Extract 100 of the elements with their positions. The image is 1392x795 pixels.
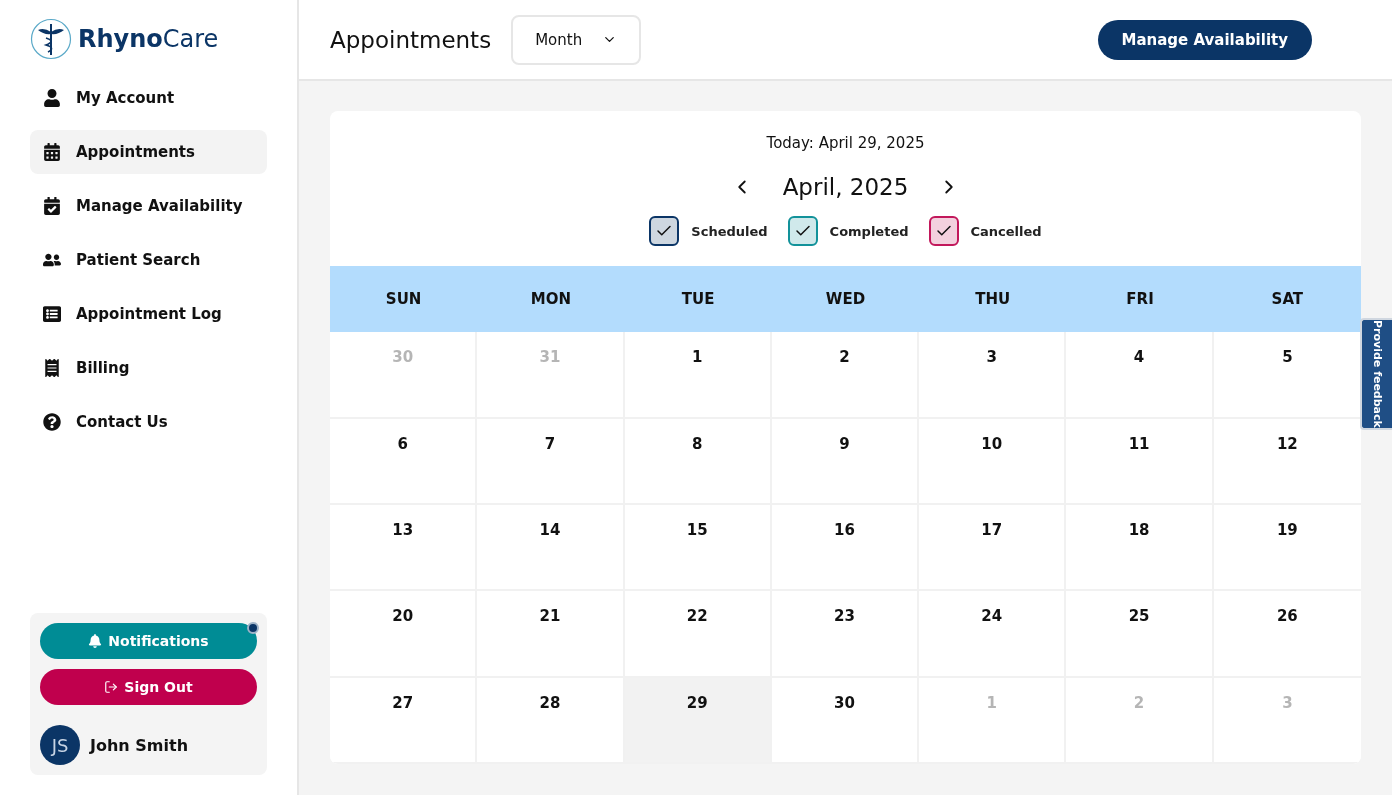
day-cell[interactable]: 13 — [330, 505, 478, 592]
person-icon — [42, 89, 62, 107]
view-select[interactable]: Month — [511, 14, 642, 65]
day-cell[interactable]: 10 — [919, 418, 1067, 505]
day-cell[interactable]: 3 — [919, 332, 1067, 419]
feedback-tab[interactable]: Provide feedback — [1360, 318, 1392, 430]
avatar: JS — [40, 725, 80, 765]
day-cell[interactable]: 27 — [330, 677, 478, 764]
day-number: 30 — [834, 693, 855, 714]
nav-item[interactable]: Patient Search — [30, 238, 267, 282]
day-cell[interactable]: 1 — [624, 332, 772, 419]
day-number: 29 — [686, 693, 708, 714]
month-title: April, 2025 — [782, 174, 909, 200]
day-cell[interactable]: 29 — [624, 677, 772, 764]
day-cell[interactable]: 6 — [330, 418, 478, 505]
weekday-header: SUN — [330, 266, 478, 333]
day-cell[interactable]: 22 — [624, 591, 772, 678]
sign-out-icon — [104, 680, 119, 694]
day-cell[interactable]: 17 — [919, 505, 1067, 592]
page-title: Appointments — [330, 26, 492, 53]
day-number: 2 — [1133, 693, 1145, 714]
caduceus-logo-icon — [30, 18, 72, 60]
day-cell[interactable]: 25 — [1066, 591, 1214, 678]
day-number: 1 — [692, 348, 703, 369]
weekday-header: WED — [771, 266, 920, 333]
legend-label: Completed — [829, 223, 909, 239]
legend-label: Scheduled — [691, 223, 768, 239]
day-cell[interactable]: 8 — [624, 418, 772, 505]
nav-item[interactable]: Appointment Log — [30, 292, 267, 336]
legend-checkbox[interactable] — [649, 216, 680, 246]
weekday-header: MON — [477, 266, 625, 333]
today-label: Today: April 29, 2025 — [765, 134, 926, 152]
question-icon — [42, 413, 62, 431]
legend-checkbox[interactable] — [928, 216, 959, 246]
day-cell[interactable]: 20 — [330, 591, 478, 678]
day-cell[interactable]: 18 — [1066, 505, 1214, 592]
day-cell[interactable]: 30 — [771, 677, 920, 764]
list-icon — [42, 305, 62, 323]
day-number: 20 — [392, 607, 414, 628]
day-number: 9 — [839, 434, 850, 455]
calendar-check-icon — [42, 197, 62, 215]
legend-checkbox[interactable] — [787, 216, 818, 246]
person-list-icon — [42, 251, 62, 269]
day-number: 8 — [692, 434, 703, 455]
weekday-header: SAT — [1213, 266, 1361, 333]
nav-item[interactable]: Billing — [30, 346, 267, 390]
bell-icon — [88, 634, 103, 648]
day-cell[interactable]: 28 — [477, 677, 625, 764]
day-number: 23 — [834, 607, 855, 628]
manage-availability-button[interactable]: Manage Availability — [1097, 19, 1312, 60]
weekday-header: FRI — [1066, 266, 1214, 333]
day-cell[interactable]: 14 — [477, 505, 625, 592]
day-number: 5 — [1282, 348, 1293, 369]
day-number: 30 — [392, 348, 414, 369]
day-number: 3 — [1282, 693, 1293, 714]
day-number: 10 — [981, 434, 1003, 455]
nav-item[interactable]: Manage Availability — [30, 184, 267, 228]
user-name: John Smith — [90, 735, 188, 755]
day-cell[interactable]: 4 — [1066, 332, 1214, 419]
nav-item[interactable]: Contact Us — [30, 400, 267, 444]
weekday-header: THU — [919, 266, 1067, 333]
day-cell[interactable]: 24 — [919, 591, 1067, 678]
day-number: 22 — [686, 607, 708, 628]
notifications-button[interactable]: Notifications — [40, 623, 257, 659]
day-number: 27 — [392, 693, 414, 714]
day-cell[interactable]: 7 — [477, 418, 625, 505]
day-number: 19 — [1276, 521, 1298, 541]
day-number: 15 — [686, 521, 708, 541]
day-cell[interactable]: 15 — [624, 505, 772, 592]
day-number: 7 — [544, 434, 556, 455]
day-number: 17 — [981, 521, 1003, 541]
weekday-header: TUE — [624, 266, 772, 333]
calendar-icon — [42, 143, 62, 161]
nav-item[interactable]: My Account — [30, 76, 267, 120]
day-number: 11 — [1128, 434, 1150, 455]
day-number: 1 — [986, 693, 997, 714]
legend-label: Cancelled — [970, 223, 1042, 239]
day-cell[interactable]: 23 — [771, 591, 920, 678]
day-number: 28 — [539, 693, 561, 714]
day-number: 14 — [539, 521, 561, 541]
day-number: 18 — [1128, 521, 1150, 541]
day-number: 25 — [1128, 607, 1150, 628]
day-cell[interactable]: 21 — [477, 591, 625, 678]
day-cell[interactable]: 2 — [771, 332, 920, 419]
day-cell[interactable]: 9 — [771, 418, 920, 505]
day-number: 24 — [981, 607, 1003, 628]
day-cell[interactable]: 11 — [1066, 418, 1214, 505]
day-number: 12 — [1276, 434, 1298, 455]
day-number: 2 — [839, 348, 850, 369]
brand-name: RhynoCare — [78, 25, 219, 53]
sign-out-button[interactable]: Sign Out — [40, 669, 257, 705]
day-number: 31 — [539, 348, 561, 369]
receipt-icon — [42, 359, 62, 377]
day-number: 6 — [397, 434, 408, 455]
day-cell[interactable]: 16 — [771, 505, 920, 592]
day-number: 16 — [834, 521, 855, 541]
nav-item[interactable]: Appointments — [30, 130, 267, 174]
day-number: 13 — [392, 521, 414, 541]
day-number: 21 — [539, 607, 561, 628]
day-number: 26 — [1276, 607, 1298, 628]
